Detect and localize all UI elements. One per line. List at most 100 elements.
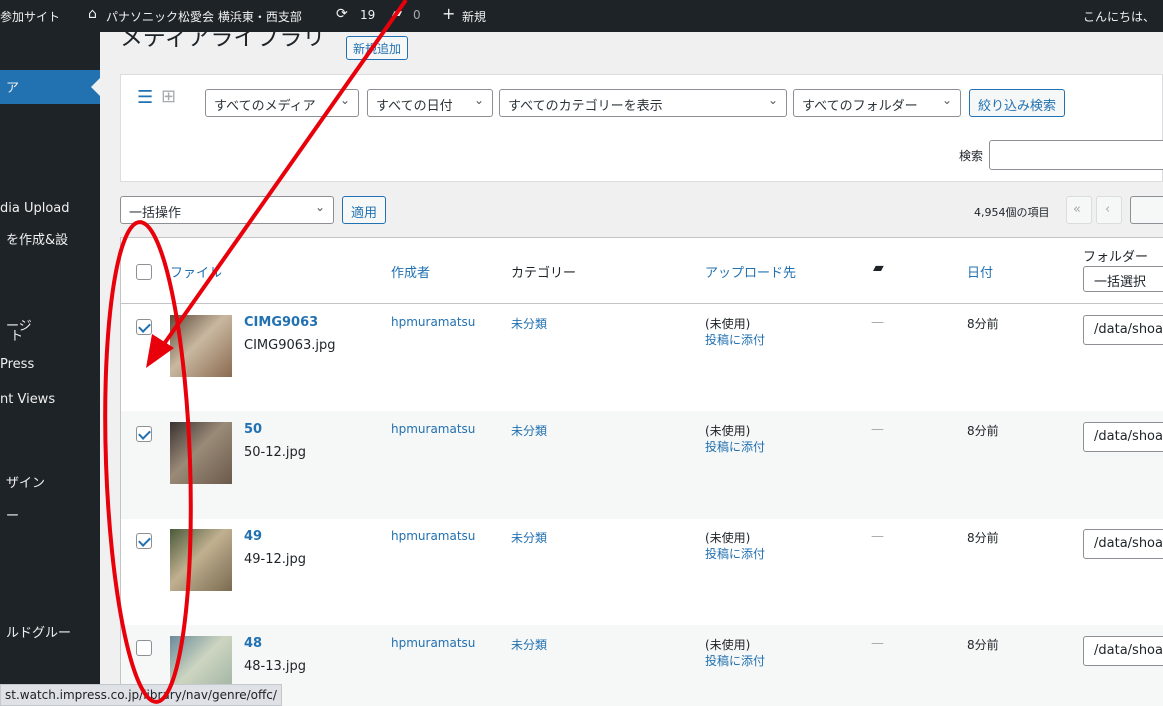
media-filename: 49-12.jpg [244, 552, 307, 567]
first-page-button[interactable]: « [1066, 196, 1092, 224]
category-link[interactable]: 未分類 [511, 422, 547, 439]
folder-path-value: /data/shoa [1094, 322, 1163, 337]
menu-item-create[interactable]: を作成&設 [6, 229, 68, 248]
menu-item-views[interactable]: nt Views [0, 392, 55, 407]
folder-bulk-select[interactable]: 一括選択 [1083, 266, 1163, 292]
date-value: すべての日付 [376, 99, 453, 114]
media-filename: 50-12.jpg [244, 445, 307, 460]
admin-bar: 参加サイト ⌂ パナソニック松愛会 横浜東・西支部 ⟳ 19 ▰ 0 + 新規 … [0, 0, 1163, 32]
plus-icon[interactable]: + [442, 4, 455, 23]
comments-icon[interactable]: ▰ [392, 6, 402, 21]
column-date[interactable]: 日付 [967, 262, 993, 281]
comments-count: — [871, 636, 884, 651]
chevron-down-icon: ⌄ [767, 93, 778, 107]
bulk-action-select[interactable]: 一括操作 ⌄ [120, 196, 334, 224]
attach-to-post-link[interactable]: 投稿に添付 [705, 545, 765, 562]
media-title-link[interactable]: CIMG9063 [244, 315, 318, 330]
category-link[interactable]: 未分類 [511, 529, 547, 546]
uploaded-to-status: (未使用) [705, 424, 751, 438]
updates-count[interactable]: 19 [360, 8, 375, 22]
menu-item-press[interactable]: Press [0, 357, 34, 372]
menu-item-media[interactable]: ア [6, 77, 19, 96]
menu-item-comments[interactable]: ト [10, 325, 23, 344]
date-select[interactable]: すべての日付 ⌄ [367, 89, 493, 117]
chevron-down-icon: ⌄ [314, 200, 325, 214]
date-value: 8分前 [967, 317, 999, 331]
media-thumbnail[interactable] [170, 315, 232, 377]
column-uploaded-to[interactable]: アップロード先 [705, 262, 796, 281]
search-label: 検索 [959, 149, 984, 163]
comments-count: — [871, 422, 884, 437]
menu-item-design[interactable]: ザイン [6, 472, 45, 491]
date-value: 8分前 [967, 531, 999, 545]
category-select[interactable]: すべてのカテゴリーを表示 ⌄ [499, 89, 787, 117]
category-link[interactable]: 未分類 [511, 636, 547, 653]
column-author[interactable]: 作成者 [391, 262, 430, 281]
row-checkbox[interactable] [136, 640, 152, 656]
table-row: 50 50-12.jpg hpmuramatsu 未分類 (未使用) 投稿に添付 — 8分前 /… [121, 411, 1163, 519]
select-all-checkbox[interactable] [136, 264, 152, 280]
apply-button[interactable]: 適用 [342, 196, 387, 224]
list-view-icon[interactable]: ☰ [137, 89, 153, 107]
uploaded-to-status: (未使用) [705, 638, 751, 652]
media-title-link[interactable]: 50 [244, 422, 262, 437]
media-type-select[interactable]: すべてのメディア ⌄ [205, 89, 359, 117]
media-filename: 48-13.jpg [244, 659, 307, 674]
column-folder: フォルダー [1083, 250, 1149, 265]
category-link[interactable]: 未分類 [511, 315, 547, 332]
menu-item-other[interactable]: ー [6, 505, 19, 524]
page-number-input[interactable] [1130, 196, 1163, 224]
folder-path-value: /data/shoa [1094, 643, 1163, 658]
add-new-button[interactable]: 新規追加 [346, 36, 409, 60]
menu-item-media-upload[interactable]: dia Upload [0, 201, 70, 216]
row-checkbox[interactable] [136, 426, 152, 442]
author-link[interactable]: hpmuramatsu [391, 636, 475, 650]
media-thumbnail[interactable] [170, 422, 232, 484]
chevron-down-icon: ⌄ [473, 93, 484, 107]
media-title-link[interactable]: 48 [244, 636, 262, 651]
table-row: 49 49-12.jpg hpmuramatsu 未分類 (未使用) 投稿に添付 — 8分前 /… [121, 518, 1163, 626]
row-checkbox[interactable] [136, 319, 152, 335]
media-title-link[interactable]: 49 [244, 529, 262, 544]
folder-path-value: /data/shoa [1094, 429, 1163, 444]
folder-path-input[interactable]: /data/shoa [1083, 422, 1163, 452]
folder-path-input[interactable]: /data/shoa [1083, 636, 1163, 666]
prev-page-button[interactable]: ‹ [1096, 196, 1122, 224]
filter-submit-button[interactable]: 絞り込み検索 [969, 89, 1066, 117]
author-link[interactable]: hpmuramatsu [391, 422, 475, 436]
current-menu-arrow [91, 78, 100, 96]
row-checkbox[interactable] [136, 533, 152, 549]
folder-path-input[interactable]: /data/shoa [1083, 529, 1163, 559]
greeting[interactable]: こんにちは、 [1083, 8, 1155, 25]
folder-bulk-value: 一括選択 [1094, 275, 1147, 290]
media-thumbnail[interactable] [170, 529, 232, 591]
attach-to-post-link[interactable]: 投稿に添付 [705, 438, 765, 455]
main-content: メディアライブラリ 新規追加 ☰ ⊞ すべてのメディア ⌄ すべての日付 ⌄ すべて… [100, 32, 1163, 706]
folder-path-input[interactable]: /data/shoa [1083, 315, 1163, 345]
my-sites-link[interactable]: 参加サイト [0, 8, 60, 25]
home-icon: ⌂ [88, 6, 97, 22]
updates-icon[interactable]: ⟳ [336, 6, 348, 22]
chevron-down-icon: ⌄ [339, 93, 350, 107]
grid-view-icon[interactable]: ⊞ [161, 88, 176, 106]
media-type-value: すべてのメディア [214, 99, 316, 114]
search-input[interactable] [989, 140, 1163, 170]
menu-item-field-group[interactable]: ルドグルー [6, 622, 71, 641]
author-link[interactable]: hpmuramatsu [391, 315, 475, 329]
chevron-down-icon: ⌄ [941, 93, 952, 107]
date-value: 8分前 [967, 638, 999, 652]
new-content-link[interactable]: 新規 [462, 8, 486, 25]
comment-bubble-icon[interactable]: ▰ [873, 260, 884, 276]
attach-to-post-link[interactable]: 投稿に添付 [705, 331, 765, 348]
admin-sidebar: ア dia Upload を作成&設 ージ ト Press nt Views ザ… [0, 32, 100, 706]
media-table: ファイル 作成者 カテゴリー アップロード先 ▰ 日付 フォルダー 一括選択 C… [120, 237, 1163, 706]
item-count: 4,954個の項目 [974, 206, 1050, 219]
column-category: カテゴリー [511, 266, 577, 281]
column-file[interactable]: ファイル [170, 262, 222, 281]
comments-count: — [871, 529, 884, 544]
author-link[interactable]: hpmuramatsu [391, 529, 475, 543]
folder-select[interactable]: すべてのフォルダー ⌄ [793, 89, 961, 117]
attach-to-post-link[interactable]: 投稿に添付 [705, 652, 765, 669]
comments-count[interactable]: 0 [413, 8, 421, 22]
site-name-link[interactable]: パナソニック松愛会 横浜東・西支部 [106, 8, 302, 25]
